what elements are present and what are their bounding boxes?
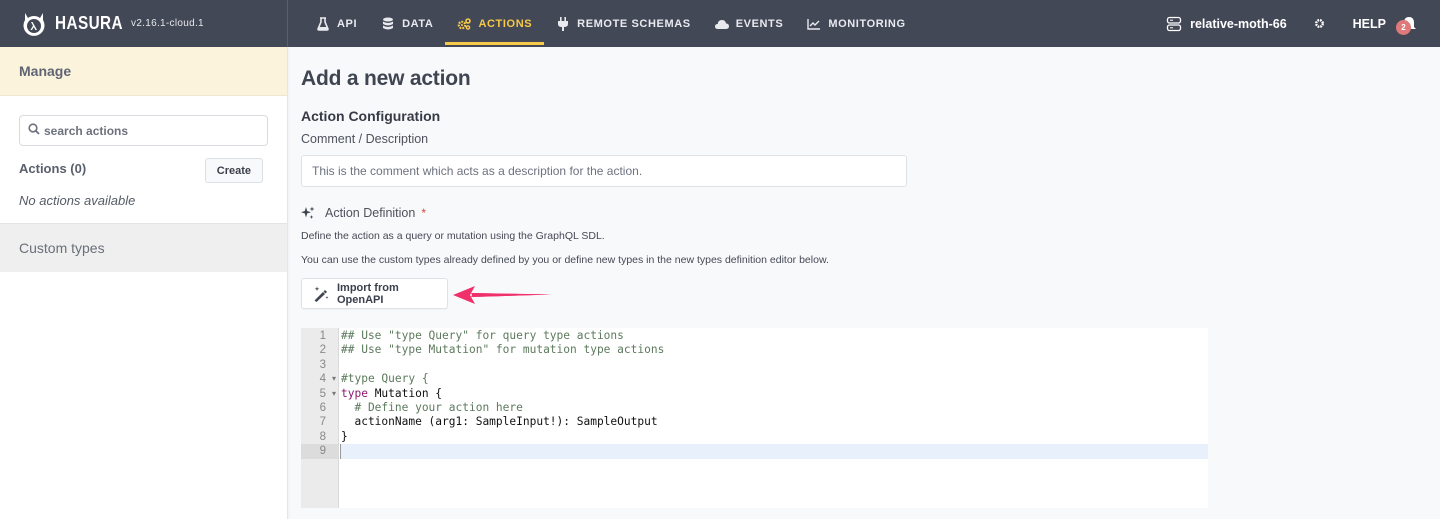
version-label: v2.16.1-cloud.1 <box>131 18 204 29</box>
top-navbar: HASURA v2.16.1-cloud.1 API DATA ACTIONS <box>0 0 1440 47</box>
sparkles-icon <box>301 206 315 220</box>
actions-row: Actions (0) Create <box>19 158 263 183</box>
import-from-openapi-button[interactable]: Import from OpenAPI <box>301 278 448 309</box>
code-token-comment: ## Use "type Mutation" for mutation type… <box>341 343 665 357</box>
line-number: 3 <box>319 358 326 371</box>
nav-tab-label: MONITORING <box>828 17 906 30</box>
sidebar-custom-types[interactable]: Custom types <box>0 223 287 272</box>
nav-tab-label: ACTIONS <box>478 17 533 30</box>
nav-tab-remote-schemas[interactable]: REMOTE SCHEMAS <box>544 0 703 47</box>
main-content: Add a new action Action Configuration Co… <box>301 47 1421 508</box>
code-token-def: Mutation { <box>367 386 443 400</box>
plug-icon <box>556 16 570 31</box>
comment-label: Comment / Description <box>301 132 429 146</box>
annotation-arrow-icon <box>453 286 551 304</box>
line-number: 8 <box>319 430 326 443</box>
nav-tab-monitoring[interactable]: MONITORING <box>795 0 917 47</box>
brand-name: HASURA <box>55 13 124 33</box>
nav-tab-api[interactable]: API <box>304 0 369 47</box>
main-nav: API DATA ACTIONS REMOTE SCHEMAS EVENTS M… <box>304 0 918 47</box>
code-line: # Define your action here <box>339 401 1208 415</box>
page-title: Add a new action <box>301 67 471 90</box>
project-selector[interactable]: relative-moth-66 <box>1166 16 1287 32</box>
code-line: ​ <box>339 358 1208 372</box>
nav-tab-label: EVENTS <box>735 17 784 30</box>
nav-tab-label: REMOTE SCHEMAS <box>577 17 691 30</box>
nav-tab-label: DATA <box>402 17 434 30</box>
line-number: 7 <box>319 416 326 429</box>
code-line: actionName (arg1: SampleInput!): SampleO… <box>339 415 1208 429</box>
code-line: type Mutation { <box>339 387 1208 401</box>
nav-tab-data[interactable]: DATA <box>369 0 445 47</box>
code-line: ## Use "type Query" for query type actio… <box>339 329 1208 343</box>
server-icon <box>1166 16 1182 32</box>
code-token-def: } <box>341 429 348 443</box>
code-area[interactable]: ## Use "type Query" for query type actio… <box>339 328 1208 508</box>
line-number[interactable]: 5 <box>301 387 338 402</box>
sidebar: Manage Actions (0) Create No actions ava… <box>0 47 288 519</box>
comment-input[interactable] <box>301 155 907 187</box>
import-label: Import from OpenAPI <box>337 281 399 306</box>
action-definition-label: Action Definition <box>325 206 416 220</box>
action-definition-label-row: Action Definition * <box>301 206 1421 220</box>
code-token-comment: ## Use "type Query" for query type actio… <box>341 329 624 342</box>
search-box[interactable] <box>19 115 268 146</box>
line-number: 6 <box>319 401 326 414</box>
code-token-keyword: type <box>341 386 368 400</box>
sdl-code-editor[interactable]: 1 23456 789 ## Use "type Query" for query … <box>301 328 1208 508</box>
nav-tab-actions[interactable]: ACTIONS <box>445 0 544 47</box>
magic-wand-icon <box>313 286 329 302</box>
nav-tab-label: API <box>337 17 358 30</box>
hasura-logo-icon <box>18 8 50 40</box>
required-marker: * <box>421 206 426 220</box>
actions-count-title: Actions (0) <box>19 161 87 176</box>
code-line: } <box>339 430 1208 444</box>
line-number[interactable]: 4 <box>301 372 338 387</box>
chart-line-icon <box>807 17 821 31</box>
line-number: 1 <box>319 330 326 342</box>
definition-hint-1: Define the action as a query or mutation… <box>301 230 605 242</box>
notification-badge: 2 <box>1396 19 1411 35</box>
nav-tab-events[interactable]: EVENTS <box>703 0 796 47</box>
project-name: relative-moth-66 <box>1190 16 1287 31</box>
empty-actions-text: No actions available <box>19 193 136 208</box>
search-icon <box>28 122 40 140</box>
cloud-icon <box>714 17 729 31</box>
definition-hint-2: You can use the custom types already def… <box>301 254 829 266</box>
brand[interactable]: HASURA v2.16.1-cloud.1 <box>0 0 288 47</box>
cogs-icon <box>457 17 472 31</box>
code-line: #type Query { <box>339 372 1208 386</box>
create-action-button[interactable]: Create <box>204 158 263 183</box>
settings-gear-icon[interactable] <box>1313 17 1327 31</box>
code-token-comment: #type Query { <box>341 372 429 386</box>
search-actions-input[interactable] <box>44 123 264 138</box>
code-line: ​ <box>340 444 1208 459</box>
database-icon <box>381 17 395 31</box>
section-title: Action Configuration <box>301 108 441 124</box>
code-line: ## Use "type Mutation" for mutation type… <box>339 343 1208 357</box>
line-number: 2 <box>319 344 326 357</box>
help-menu[interactable]: HELP <box>1353 17 1386 31</box>
nav-right: relative-moth-66 HELP 2 <box>1166 0 1440 47</box>
code-token-comment: # Define your action here <box>341 400 523 414</box>
line-number: 9 <box>301 444 338 459</box>
notifications-button[interactable]: 2 <box>1396 15 1418 35</box>
flask-icon <box>316 16 330 31</box>
line-number-gutter: 1 23456 789 <box>301 328 339 508</box>
sidebar-manage-header[interactable]: Manage <box>0 47 287 96</box>
code-token-def: actionName (arg1: SampleInput!): SampleO… <box>341 415 658 429</box>
